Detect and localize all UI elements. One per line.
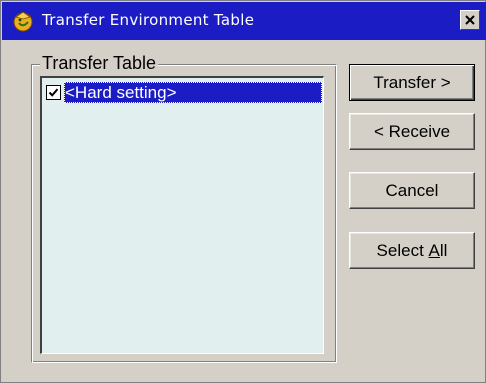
transfer-table-list[interactable]: <Hard setting> (40, 76, 324, 354)
close-icon (465, 15, 475, 25)
select-all-label-start: Select (376, 240, 429, 260)
app-icon (11, 9, 35, 33)
close-button[interactable] (460, 10, 480, 30)
window-title: Transfer Environment Table (42, 11, 255, 29)
select-all-mnemonic: A (428, 240, 440, 260)
checkmark-icon (48, 88, 59, 97)
transfer-environment-dialog: Transfer Environment Table Transfer Tabl… (0, 0, 486, 383)
group-label: Transfer Table (40, 52, 159, 74)
select-all-label-end: ll (439, 240, 448, 260)
item-checkbox[interactable] (46, 85, 61, 100)
list-item[interactable]: <Hard setting> (44, 81, 322, 104)
title-bar[interactable]: Transfer Environment Table (2, 2, 486, 40)
cancel-button[interactable]: Cancel (349, 172, 475, 209)
transfer-button[interactable]: Transfer > (349, 64, 475, 101)
select-all-button[interactable]: Select All (349, 232, 475, 269)
receive-button[interactable]: < Receive (349, 113, 475, 150)
list-item-label[interactable]: <Hard setting> (64, 82, 322, 103)
